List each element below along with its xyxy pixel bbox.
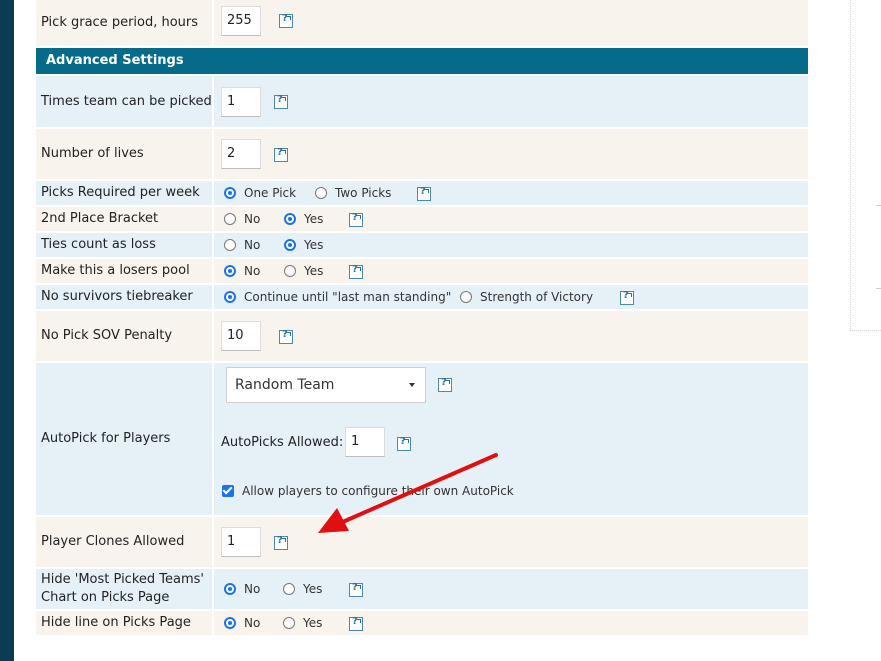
red-arrow-annotation — [318, 453, 498, 533]
